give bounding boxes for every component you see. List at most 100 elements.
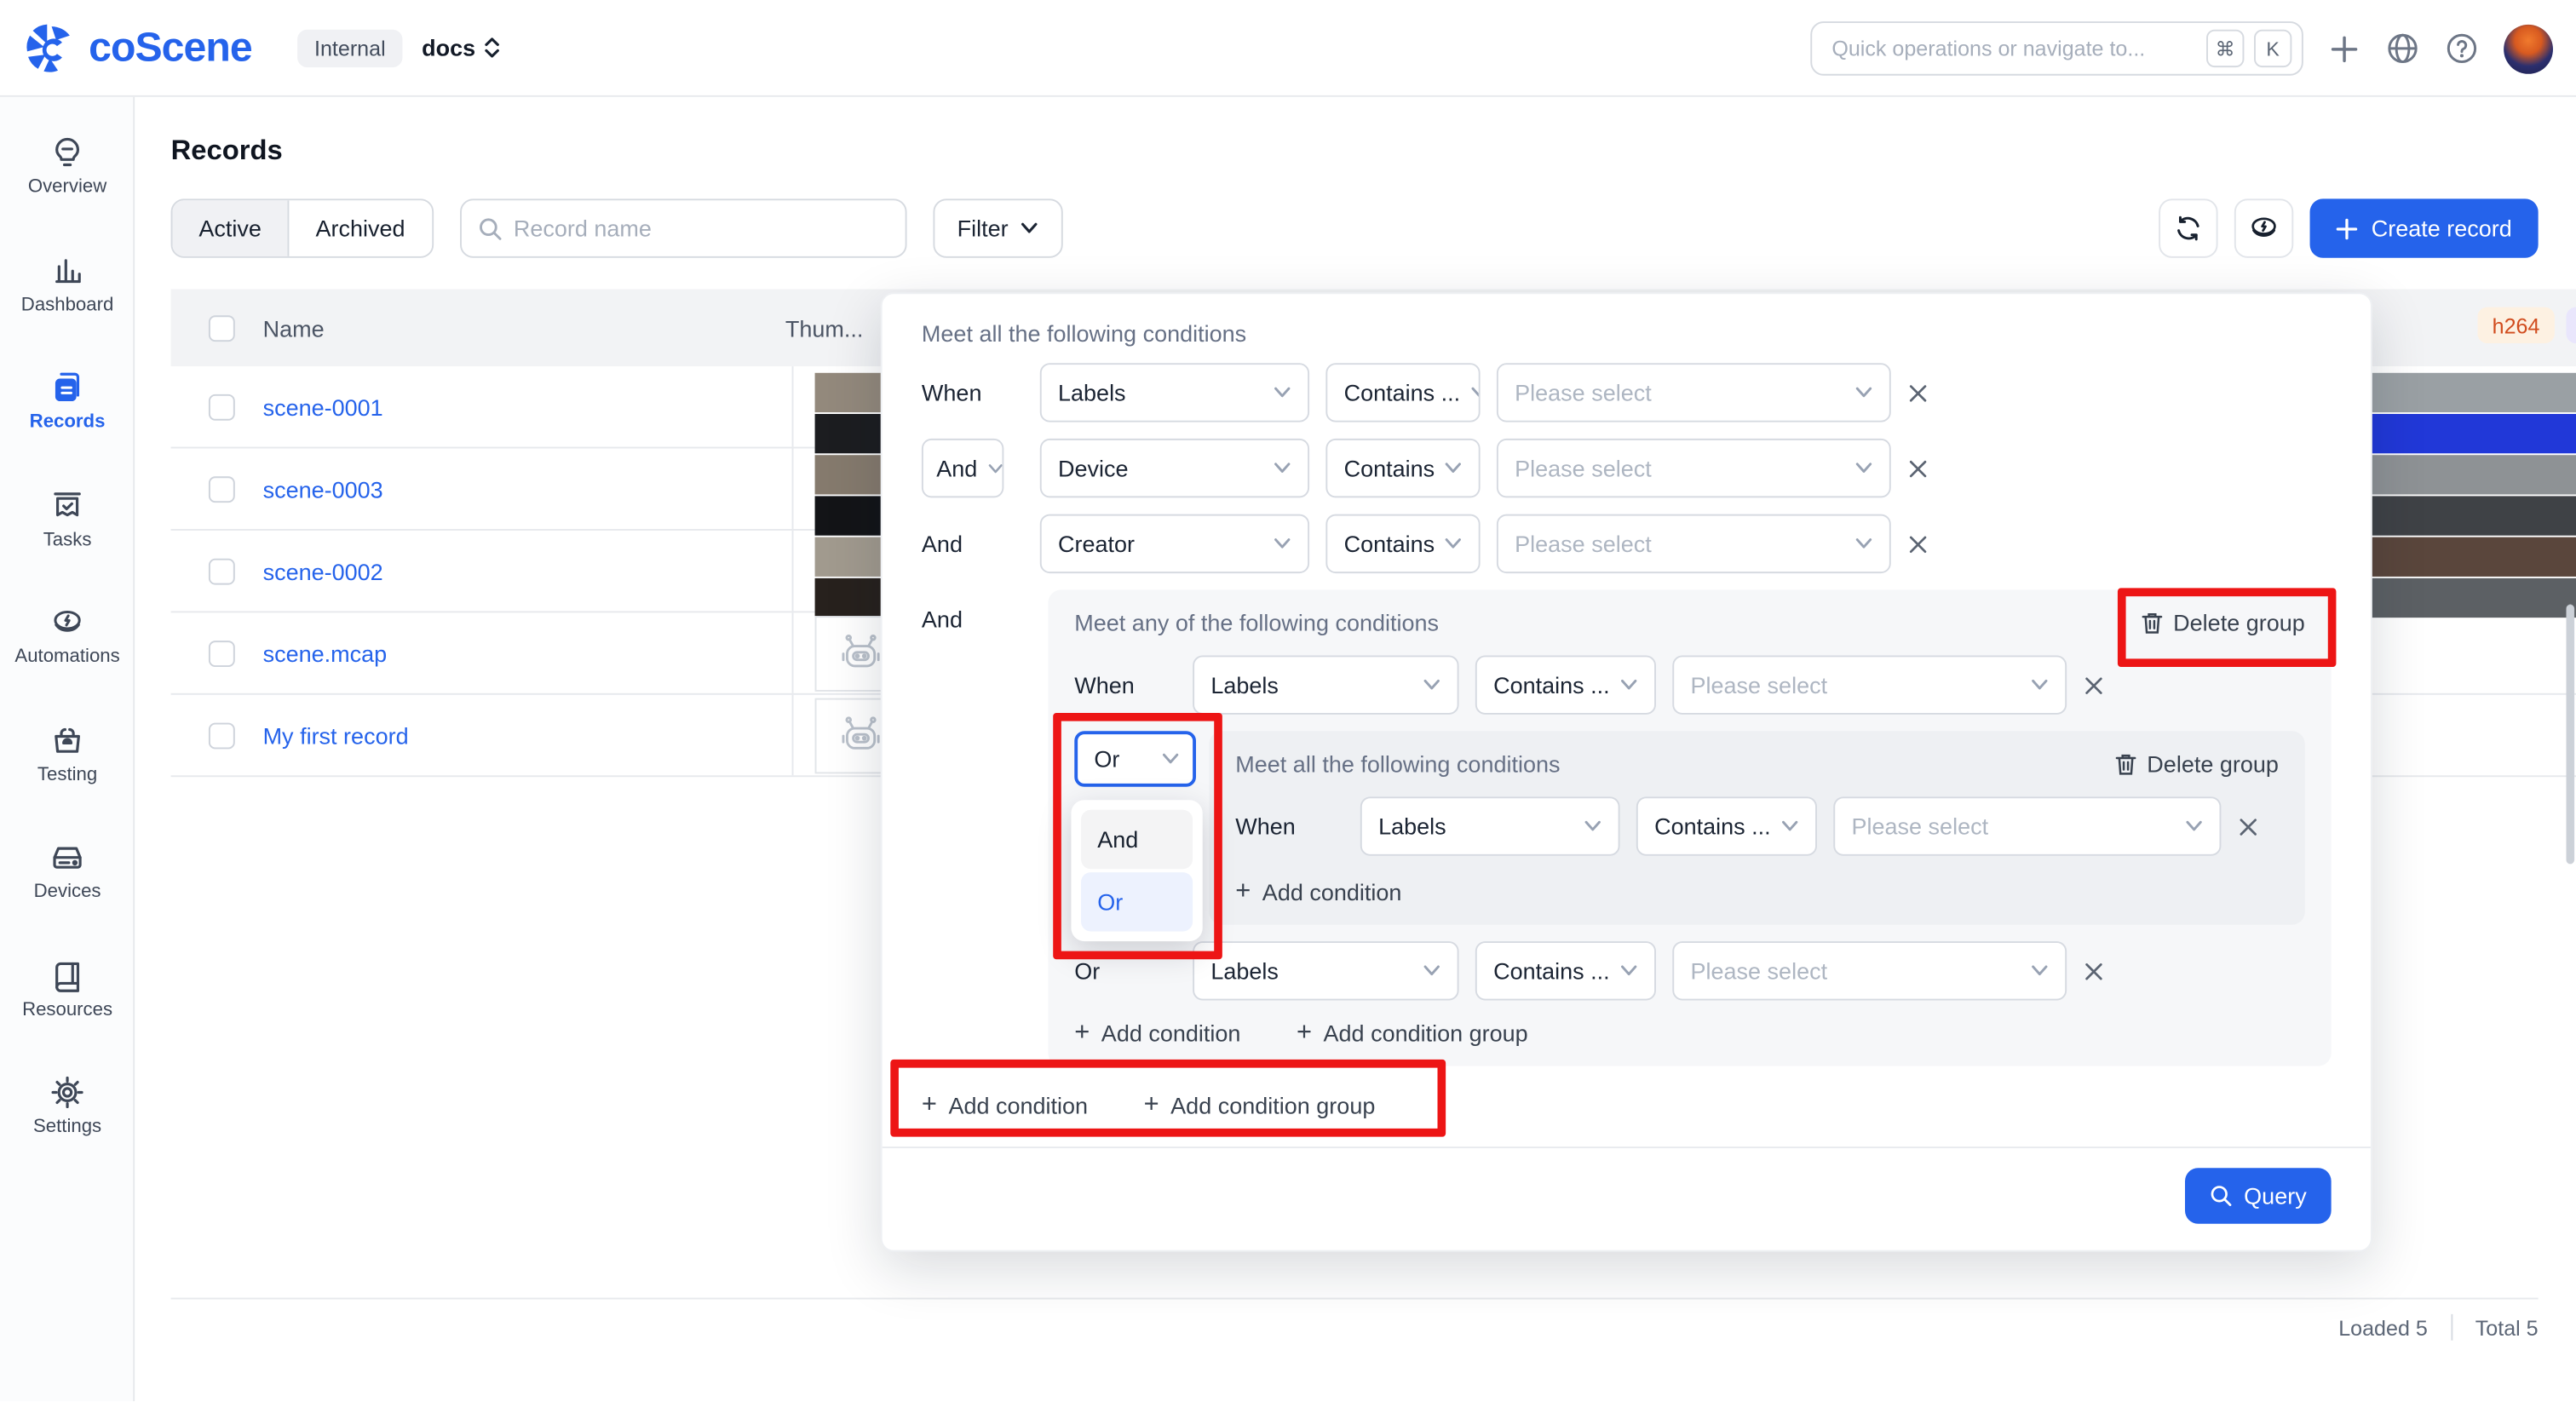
record-name-input[interactable] — [514, 215, 888, 242]
operator-select[interactable]: Contains — [1325, 514, 1480, 573]
group-title: Meet all the following conditions — [1235, 750, 1560, 777]
field-select[interactable]: Labels — [1193, 941, 1458, 1000]
refresh-button[interactable] — [2159, 198, 2218, 257]
row-checkbox[interactable] — [209, 558, 235, 584]
add-icon[interactable] — [2328, 32, 2361, 66]
dropdown-option-and[interactable]: And — [1081, 810, 1193, 869]
condition-group-row: And Meet any of the following conditions… — [922, 589, 2332, 1066]
value-placeholder: Please select — [1690, 957, 1827, 984]
row-checkbox[interactable] — [209, 722, 235, 749]
dropdown-option-or[interactable]: Or — [1081, 872, 1193, 931]
tasks-icon — [49, 488, 85, 524]
chevron-down-icon — [1020, 221, 1038, 234]
condition-row: When Labels Contains ... Please select — [1235, 796, 2279, 855]
operator-select[interactable]: Contains ... — [1325, 363, 1480, 422]
record-link[interactable]: My first record — [263, 722, 409, 749]
delete-group-button[interactable]: Delete group — [2114, 750, 2279, 777]
remove-condition-icon[interactable] — [2083, 960, 2104, 981]
field-select[interactable]: Labels — [1360, 796, 1620, 855]
add-condition-group-button[interactable]: +Add condition group — [1144, 1092, 1376, 1118]
sidebar-item-automations[interactable]: Automations — [0, 605, 135, 690]
sidebar-item-label: Testing — [37, 766, 97, 785]
user-avatar[interactable] — [2504, 24, 2553, 73]
sidebar-item-testing[interactable]: Testing — [0, 723, 135, 808]
record-link[interactable]: scene-0003 — [263, 475, 383, 502]
chevron-down-icon — [1274, 462, 1291, 474]
trash-icon — [2141, 610, 2164, 635]
value-placeholder: Please select — [1515, 379, 1652, 405]
sidebar-item-label: Automations — [14, 647, 119, 667]
logic-operator-select[interactable]: And — [922, 439, 1003, 497]
record-link[interactable]: scene-0002 — [263, 558, 383, 584]
select-all-checkbox[interactable] — [209, 314, 235, 341]
operator-select[interactable]: Contains — [1325, 439, 1480, 497]
refresh-icon — [2174, 214, 2204, 244]
remove-condition-icon[interactable] — [2083, 675, 2104, 696]
remove-condition-icon[interactable] — [1907, 533, 1929, 554]
add-condition-button[interactable]: +Add condition — [1235, 879, 1401, 905]
remove-condition-icon[interactable] — [2238, 816, 2259, 837]
condition-row: And Creator Contains Please select — [922, 514, 2332, 573]
condition-row: When Labels Contains ... Please select — [922, 363, 2332, 422]
quick-operations-search[interactable]: ⌘ K — [1810, 21, 2303, 76]
scrollbar-thumb[interactable] — [2566, 605, 2574, 865]
sidebar-item-overview[interactable]: Overview — [0, 135, 135, 220]
org-badge[interactable]: Internal — [298, 29, 402, 66]
record-name-search[interactable] — [459, 198, 906, 257]
record-link[interactable]: scene.mcap — [263, 640, 388, 666]
query-button[interactable]: Query — [2185, 1168, 2332, 1224]
sidebar-item-settings[interactable]: Settings — [0, 1074, 135, 1159]
tab-active[interactable]: Active — [172, 200, 289, 256]
operator-select[interactable]: Contains ... — [1475, 941, 1656, 1000]
value-select[interactable]: Please select — [1497, 363, 1891, 422]
operator-select[interactable]: Contains ... — [1636, 796, 1817, 855]
create-record-button[interactable]: Create record — [2310, 198, 2538, 257]
row-checkbox[interactable] — [209, 475, 235, 502]
sidebar-item-devices[interactable]: Devices — [0, 839, 135, 924]
quick-operations-input[interactable] — [1831, 36, 2196, 60]
delete-group-button[interactable]: Delete group — [2141, 609, 2305, 635]
operator-select[interactable]: Contains ... — [1475, 655, 1656, 714]
field-value: Device — [1058, 455, 1129, 481]
sidebar-item-resources[interactable]: Resources — [0, 957, 135, 1043]
project-switcher[interactable]: docs — [422, 34, 502, 60]
logic-operator-select-open[interactable]: Or — [1074, 731, 1196, 787]
sidebar-item-dashboard[interactable]: Dashboard — [0, 253, 135, 338]
tag-moment[interactable]: momen — [2566, 307, 2576, 343]
footer-divider — [171, 1298, 2539, 1300]
remove-condition-icon[interactable] — [1907, 457, 1929, 479]
tag-h264[interactable]: h264 — [2477, 307, 2554, 343]
value-select[interactable]: Please select — [1497, 514, 1891, 573]
value-select[interactable]: Please select — [1833, 796, 2221, 855]
sidebar-item-records[interactable]: Records — [0, 370, 135, 455]
record-link[interactable]: scene-0001 — [263, 394, 383, 420]
brand-logo[interactable]: coScene — [23, 20, 252, 75]
help-icon[interactable] — [2445, 32, 2480, 66]
resources-icon — [49, 957, 85, 993]
add-condition-group-button[interactable]: +Add condition group — [1297, 1020, 1528, 1047]
testing-icon — [49, 723, 85, 759]
field-select[interactable]: Labels — [1040, 363, 1309, 422]
value-select[interactable]: Please select — [1672, 655, 2067, 714]
remove-condition-icon[interactable] — [1907, 382, 1929, 403]
globe-icon[interactable] — [2385, 32, 2420, 66]
chevron-down-icon — [1620, 964, 1638, 977]
row-checkbox[interactable] — [209, 640, 235, 666]
sidebar-item-tasks[interactable]: Tasks — [0, 488, 135, 573]
chevron-down-icon — [1854, 386, 1872, 399]
automation-trigger-button[interactable] — [2235, 198, 2294, 257]
filter-button[interactable]: Filter — [933, 198, 1063, 257]
project-name: docs — [422, 34, 475, 60]
sidebar-item-label: Devices — [34, 882, 101, 902]
value-select[interactable]: Please select — [1497, 439, 1891, 497]
add-condition-button[interactable]: +Add condition — [1074, 1020, 1240, 1047]
field-select[interactable]: Labels — [1193, 655, 1458, 714]
field-select[interactable]: Creator — [1040, 514, 1309, 573]
add-condition-button[interactable]: +Add condition — [922, 1092, 1088, 1118]
record-tags: h264 momen — [2477, 307, 2576, 343]
field-select[interactable]: Device — [1040, 439, 1309, 497]
tab-archived[interactable]: Archived — [290, 200, 432, 256]
value-select[interactable]: Please select — [1672, 941, 2067, 1000]
row-checkbox[interactable] — [209, 394, 235, 420]
add-condition-group-label: Add condition group — [1324, 1020, 1528, 1047]
